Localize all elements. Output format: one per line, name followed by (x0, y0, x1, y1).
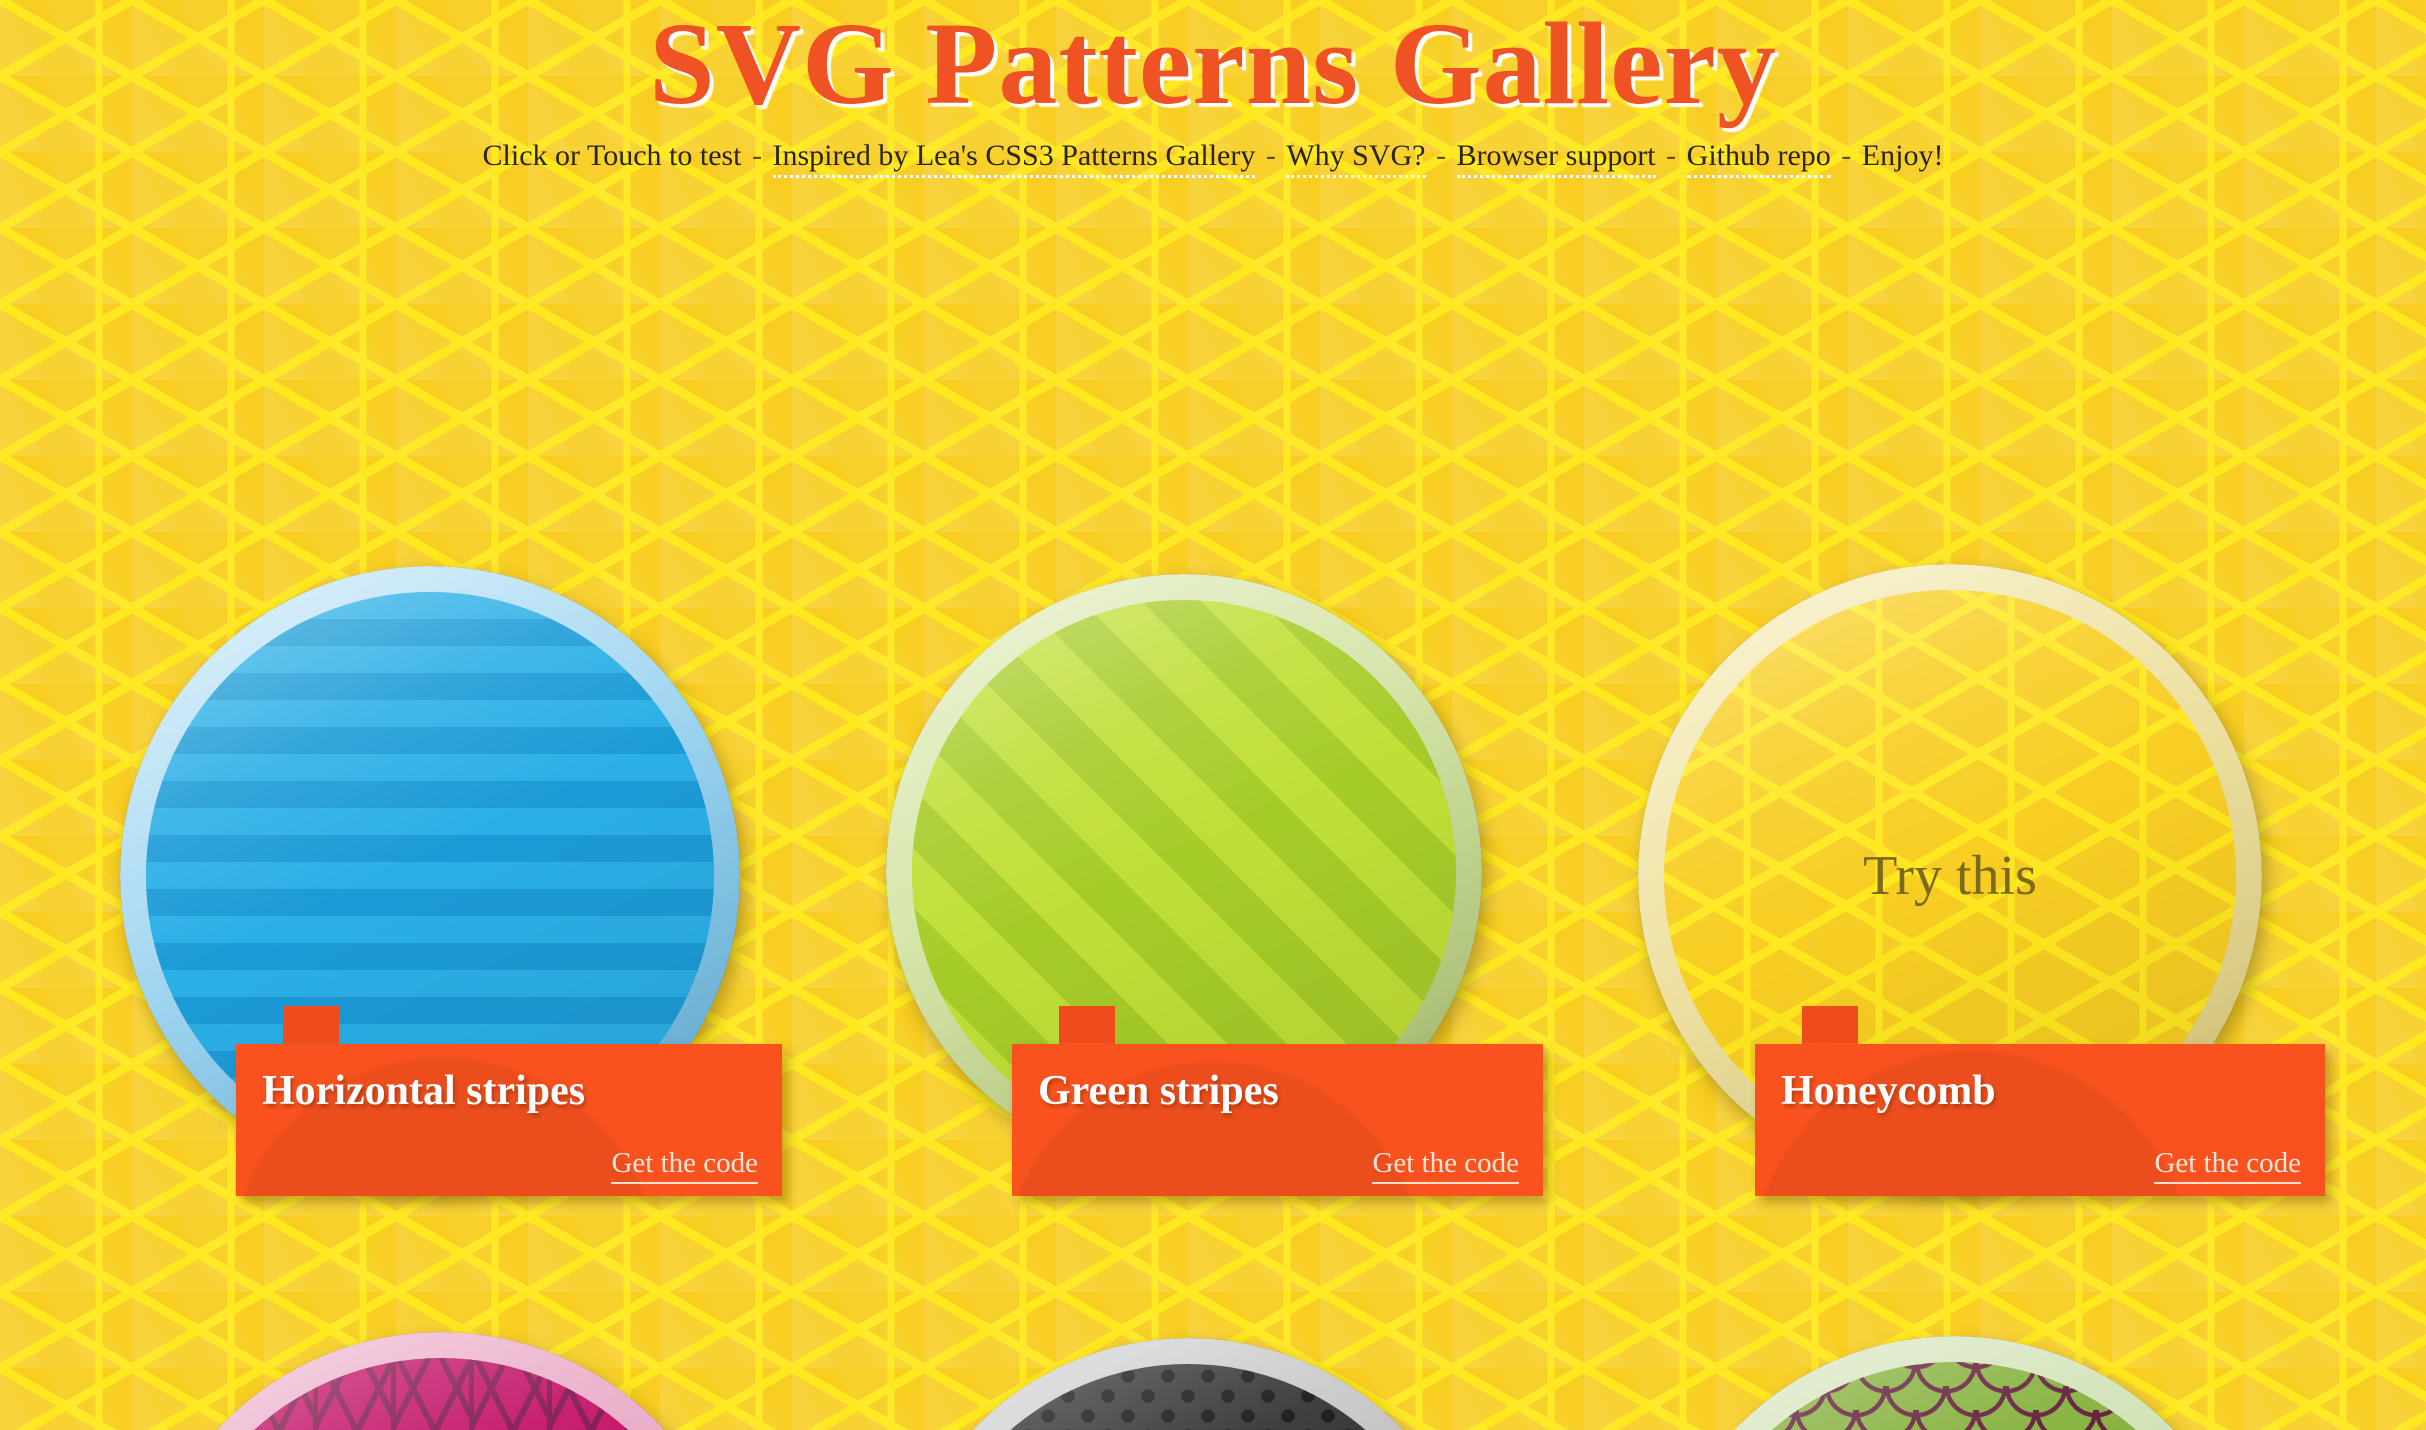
subtitle-nav: Click or Touch to test - Inspired by Lea… (0, 138, 2426, 178)
disc-face (1676, 1361, 2232, 1430)
disc-face (162, 1357, 720, 1430)
pattern-label: Honeycomb (1781, 1067, 1996, 1114)
subtitle-separator-2: - (1258, 138, 1284, 172)
page-title: SVG Patterns Gallery (649, 0, 1777, 129)
subtitle-separator-5: - (1833, 138, 1859, 172)
page-header: SVG Patterns Gallery Click or Touch to t… (0, 0, 2426, 178)
link-github-repo[interactable]: Github repo (1686, 138, 1831, 178)
link-why-svg[interactable]: Why SVG? (1286, 138, 1426, 178)
pattern-banner-horizontal-stripes[interactable]: Horizontal stripes Get the code (236, 1005, 782, 1196)
pattern-fill-herringbone (162, 1357, 720, 1430)
pattern-fill-lizard-scales (1676, 1361, 2232, 1430)
link-browser-support[interactable]: Browser support (1456, 138, 1656, 178)
get-the-code-link[interactable]: Get the code (1372, 1147, 1519, 1184)
subtitle-text-enjoy: Enjoy! (1861, 138, 1944, 172)
pattern-banner-honeycomb[interactable]: Honeycomb Get the code (1755, 1005, 2325, 1196)
subtitle-separator-1: - (744, 138, 770, 172)
subtitle-separator-4: - (1658, 138, 1684, 172)
pattern-banner-green-stripes[interactable]: Green stripes Get the code (1012, 1005, 1543, 1196)
pattern-label: Green stripes (1038, 1067, 1279, 1114)
banner-flag-tab (1059, 1005, 1115, 1044)
get-the-code-link[interactable]: Get the code (2154, 1147, 2301, 1184)
pattern-label: Horizontal stripes (262, 1067, 586, 1114)
subtitle-text-click-or-touch: Click or Touch to test (482, 138, 742, 172)
subtitle-separator-3: - (1428, 138, 1454, 172)
link-inspired-by-lea[interactable]: Inspired by Lea's CSS3 Patterns Gallery (772, 138, 1256, 178)
pattern-fill-polka-dots (916, 1363, 1460, 1430)
banner-flag-tab (283, 1005, 339, 1044)
get-the-code-link[interactable]: Get the code (611, 1147, 758, 1184)
disc-face (916, 1363, 1460, 1430)
banner-flag-tab (1802, 1005, 1858, 1044)
